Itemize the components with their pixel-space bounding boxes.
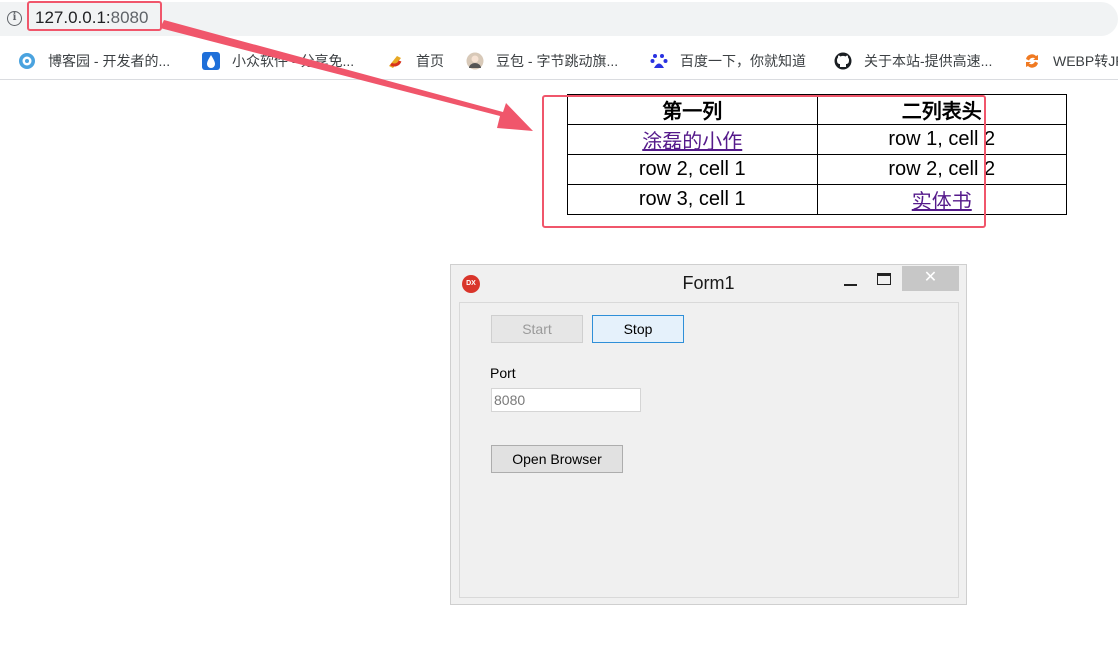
open-browser-button[interactable]: Open Browser xyxy=(491,445,623,473)
maximize-icon[interactable] xyxy=(877,273,891,285)
port-input[interactable]: 8080 xyxy=(491,388,641,412)
avatar-icon xyxy=(466,52,484,70)
info-icon[interactable]: i xyxy=(7,11,22,26)
waterdrop-icon xyxy=(202,52,220,70)
stop-button[interactable]: Stop xyxy=(592,315,684,343)
bookmarks-bar: 博客园 - 开发者的... 小众软件 - 分享免... 首页 豆包 - 字节跳动… xyxy=(0,42,1118,80)
bookmark-label: 豆包 - 字节跳动旗... xyxy=(496,53,619,69)
convert-icon xyxy=(1026,54,1038,68)
start-button[interactable]: Start xyxy=(491,315,583,343)
cnblogs-icon xyxy=(19,53,35,69)
window-titlebar[interactable]: DX Form1 ✕ xyxy=(451,265,966,301)
form-window: DX Form1 ✕ Start Stop Port 8080 Open Bro… xyxy=(450,264,967,605)
minimize-icon[interactable] xyxy=(844,284,857,286)
bookmark-label: WEBP转JP xyxy=(1053,53,1118,69)
baidu-icon xyxy=(650,54,668,68)
table-highlight-box xyxy=(542,95,986,228)
url-highlight-box xyxy=(27,1,162,31)
flag-icon xyxy=(389,56,402,68)
bookmark-label: 小众软件 - 分享免... xyxy=(232,53,355,69)
omnibox[interactable] xyxy=(0,2,1118,36)
form-client-area: Start Stop Port 8080 Open Browser xyxy=(459,302,959,598)
bookmark-label: 百度一下，你就知道 xyxy=(680,53,806,69)
bookmark-label: 关于本站-提供高速... xyxy=(864,53,993,69)
bookmark-label: 博客园 - 开发者的... xyxy=(48,53,171,69)
address-bar: i 127.0.0.1:8080 xyxy=(0,0,1118,38)
close-icon[interactable]: ✕ xyxy=(902,266,959,291)
bookmark-label: 首页 xyxy=(416,53,444,69)
port-label: Port xyxy=(490,365,516,381)
github-icon xyxy=(834,52,852,70)
